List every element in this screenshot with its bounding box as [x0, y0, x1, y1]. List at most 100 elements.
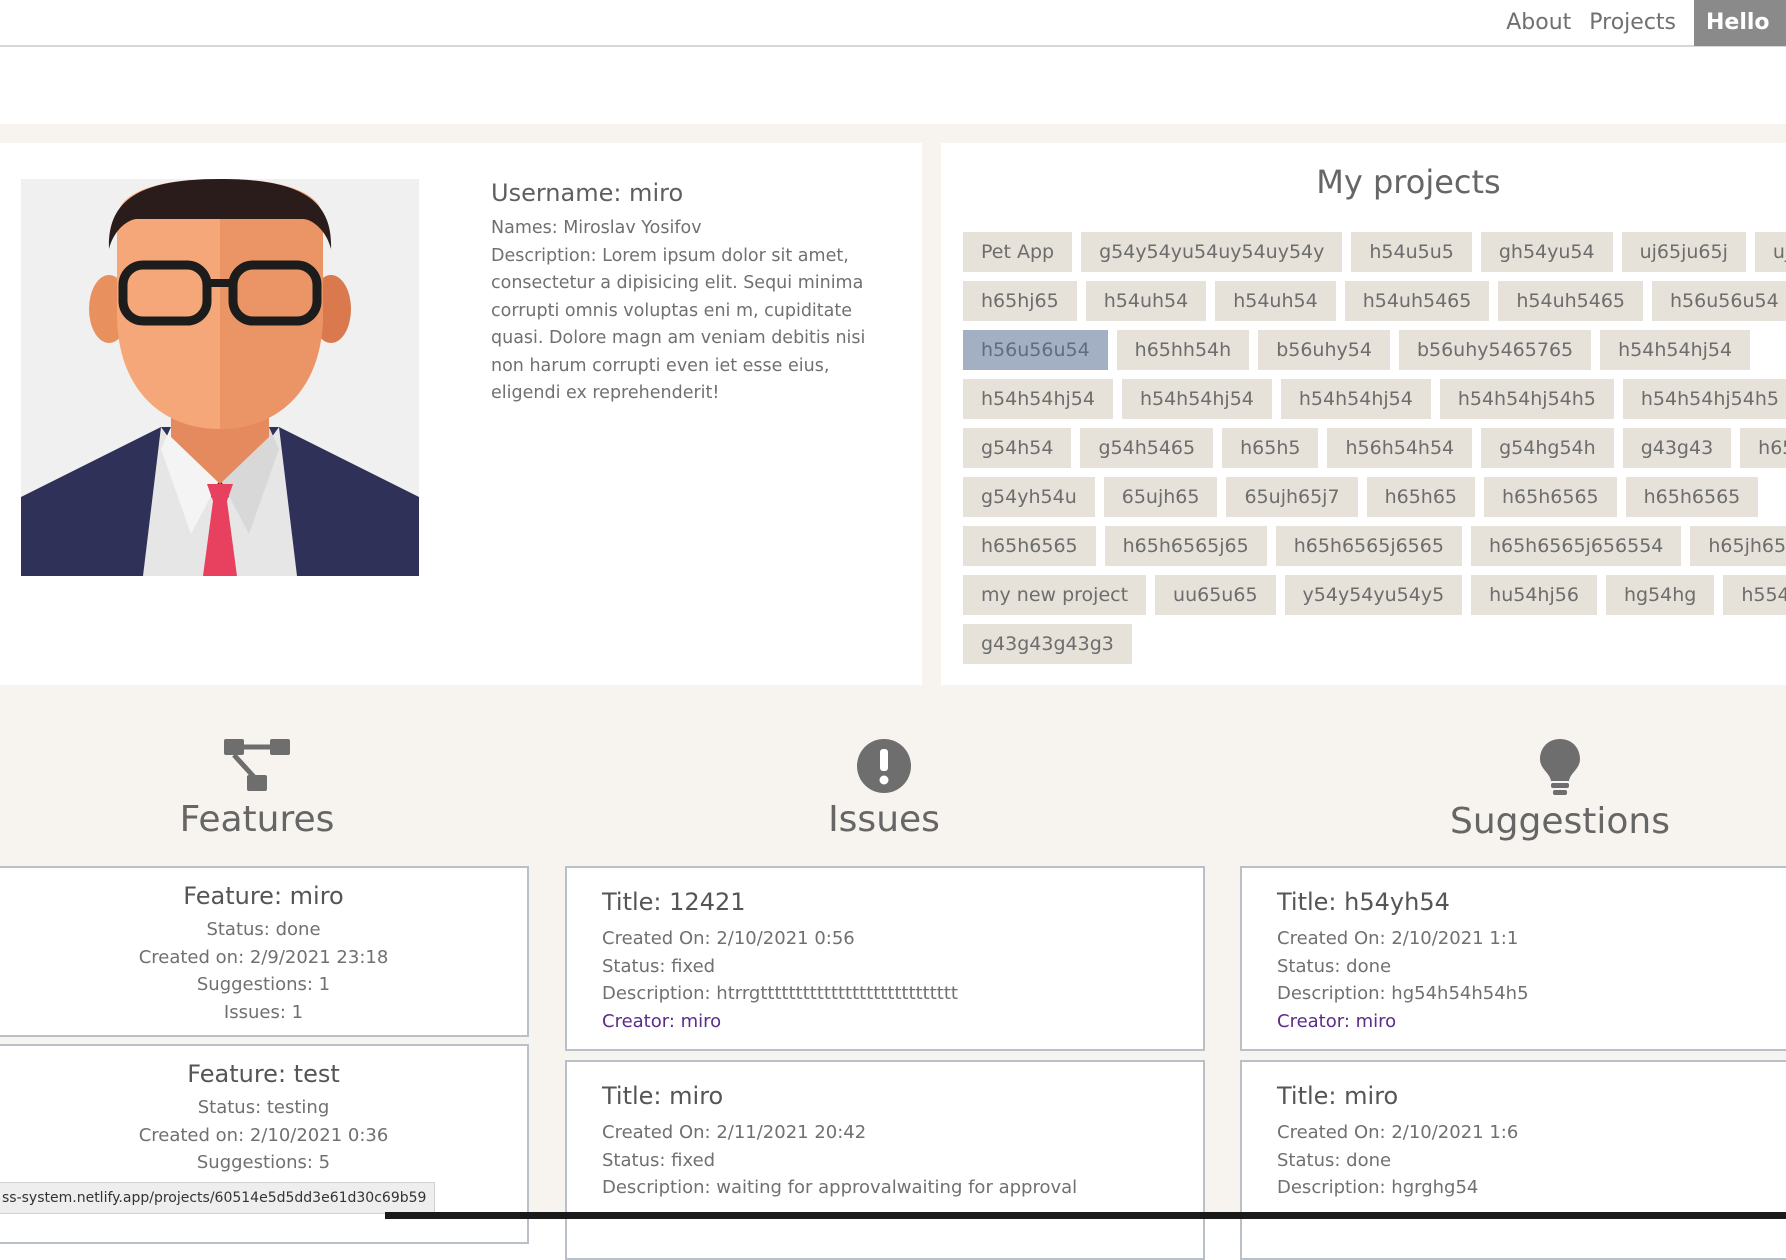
project-chip[interactable]: h54uh5465: [1344, 281, 1490, 321]
project-chip[interactable]: h54h54hj54h5: [1622, 379, 1786, 419]
person-avatar-icon: [21, 179, 419, 576]
project-chip[interactable]: h65h6565: [1625, 477, 1759, 517]
project-chip-row: h65hj65 h54uh54 h54uh54 h54uh5465 h54uh5465 h…: [963, 281, 1786, 321]
suggestion-title: Title: h54yh54: [1277, 888, 1450, 916]
project-chip[interactable]: h65h6565: [963, 526, 1096, 566]
issue-creator-link[interactable]: Creator: miro: [602, 1008, 1203, 1036]
project-chip[interactable]: h65h5: [1222, 428, 1319, 468]
project-chip[interactable]: 65ujh65: [1103, 477, 1218, 517]
issues-title: Issues: [828, 799, 940, 840]
project-chip[interactable]: g54h5465: [1080, 428, 1214, 468]
feature-suggestions: Suggestions: 5: [196, 1152, 331, 1173]
project-chip[interactable]: h65h6565: [1484, 477, 1617, 517]
project-chip[interactable]: h65h65: [1366, 477, 1475, 517]
status-bar-url: ss-system.netlify.app/projects/60514e5d5…: [0, 1182, 436, 1214]
nav-hello-button[interactable]: Hello: [1694, 0, 1786, 46]
feature-created: Created on: 2/10/2021 0:36: [138, 1124, 389, 1146]
project-chip[interactable]: uu65u65: [1155, 575, 1276, 615]
issue-card[interactable]: Title: 12421 Created On: 2/10/2021 0:56 …: [565, 866, 1205, 1051]
feature-suggestions: Suggestions: 1: [196, 974, 331, 995]
issue-description: Description: waiting for approvalwaiting…: [602, 1177, 1078, 1198]
project-chip[interactable]: my new project: [963, 575, 1147, 615]
nav-about-link[interactable]: About: [1506, 10, 1571, 35]
feature-title: Feature: test: [187, 1060, 340, 1088]
feature-status: Status: testing: [197, 1097, 330, 1118]
feature-title: Feature: miro: [183, 882, 344, 910]
suggestion-card[interactable]: Title: miro Created On: 2/10/2021 1:6 St…: [1240, 1060, 1786, 1260]
project-chip[interactable]: h65hh54h: [1116, 330, 1250, 370]
overview-section: Features Issues Suggestions Feature: mir…: [0, 685, 1786, 1260]
project-chip[interactable]: gh54yu54: [1480, 232, 1613, 272]
project-chip[interactable]: uj65j: [1754, 232, 1786, 272]
project-chip[interactable]: h65h6565j65: [1104, 526, 1267, 566]
suggestion-created: Created On: 2/10/2021 1:1: [1277, 928, 1519, 949]
profile-names: Names: Miroslav Yosifov: [491, 218, 702, 238]
project-chip[interactable]: uj65ju65j: [1621, 232, 1746, 272]
project-chip[interactable]: h54h54hj54: [1600, 330, 1751, 370]
project-chip-row: h54h54hj54 h54h54hj54 h54h54hj54 h54h54hj54…: [963, 379, 1786, 419]
project-chip-row: Pet App g54y54yu54uy54uy54y h54u5u5 gh54yu5…: [963, 232, 1786, 272]
project-chip[interactable]: h54uh54: [1215, 281, 1336, 321]
project-chip[interactable]: h65h6565j6565: [1275, 526, 1462, 566]
suggestion-description: Description: hg54h54h54h5: [1277, 983, 1529, 1004]
project-chip[interactable]: h54h54hj54: [963, 379, 1113, 419]
project-chip[interactable]: b56uhy5465765: [1398, 330, 1592, 370]
project-chip[interactable]: h54u5u5: [1351, 232, 1472, 272]
projects-panel: My projects Pet App g54y54yu54uy54uy54y h5…: [941, 143, 1786, 685]
lightbulb-icon: [1540, 739, 1580, 795]
project-chip[interactable]: h554: [1723, 575, 1786, 615]
project-chip[interactable]: h65h6565j656554: [1470, 526, 1682, 566]
suggestion-created: Created On: 2/10/2021 1:6: [1277, 1122, 1519, 1143]
issue-card[interactable]: Title: miro Created On: 2/11/2021 20:42 …: [565, 1060, 1205, 1260]
panel-gap: [922, 143, 941, 685]
project-chip[interactable]: h54h54hj54h5: [1439, 379, 1614, 419]
project-chip[interactable]: h56h54h54: [1327, 428, 1473, 468]
project-chip[interactable]: 65ujh65j7: [1226, 477, 1358, 517]
issue-description: Description: htrrgtttttttttttttttttttttt…: [602, 983, 958, 1004]
project-chip[interactable]: g43g43g43g3: [963, 624, 1132, 664]
project-chip[interactable]: h54h54hj54: [1280, 379, 1431, 419]
profile-panel: Username: miro Names: Miroslav Yosifov D…: [0, 143, 922, 685]
project-chip[interactable]: g54h54: [963, 428, 1072, 468]
project-chip[interactable]: h54uh54: [1085, 281, 1207, 321]
project-chip-row: g54h54 g54h5465 h65h5 h56h54h54 g54hg54h g43g…: [963, 428, 1786, 468]
issue-title: Title: miro: [602, 1082, 724, 1110]
issue-status: Status: fixed: [602, 1149, 716, 1171]
features-header: Features: [157, 737, 357, 840]
project-chip[interactable]: h65jh6565: [1690, 526, 1786, 566]
project-chip[interactable]: h65hj65: [963, 281, 1077, 321]
project-chip[interactable]: h54uh5465: [1498, 281, 1643, 321]
nav-projects-link[interactable]: Projects: [1589, 10, 1676, 35]
feature-issues: Issues: 1: [223, 1001, 304, 1023]
feature-created: Created on: 2/9/2021 23:18: [138, 946, 389, 968]
section-divider: [0, 124, 1786, 143]
suggestion-card[interactable]: Title: h54yh54 Created On: 2/10/2021 1:1…: [1240, 866, 1786, 1051]
project-chip[interactable]: g54hg54h: [1481, 428, 1614, 468]
project-chip[interactable]: g43g43: [1622, 428, 1732, 468]
project-chip[interactable]: h56u56u54: [1652, 281, 1786, 321]
project-chip[interactable]: h65h56: [1740, 428, 1786, 468]
project-chip[interactable]: hg54hg: [1605, 575, 1715, 615]
exclamation-circle-icon: [857, 739, 911, 793]
profile-info: Username: miro Names: Miroslav Yosifov D…: [491, 179, 891, 408]
suggestion-creator-link[interactable]: Creator: miro: [1277, 1008, 1786, 1036]
taskbar-strip: [385, 1212, 1786, 1219]
feature-card[interactable]: Feature: miro Status: done Created on: 2…: [0, 866, 529, 1037]
suggestion-status: Status: done: [1277, 955, 1392, 977]
project-chip[interactable]: b56uhy54: [1258, 330, 1390, 370]
suggestion-description: Description: hgrghg54: [1277, 1177, 1479, 1198]
suggestion-title: Title: miro: [1277, 1082, 1399, 1110]
project-chip[interactable]: hu54hj56: [1471, 575, 1597, 615]
project-chip[interactable]: g54y54yu54uy54uy54y: [1081, 232, 1343, 272]
issues-header: Issues: [784, 737, 984, 840]
project-chip[interactable]: Pet App: [963, 232, 1073, 272]
project-chip[interactable]: h56u56u54: [963, 330, 1108, 370]
project-chip[interactable]: h54h54hj54: [1121, 379, 1272, 419]
projects-title: My projects: [1316, 163, 1501, 201]
project-chip[interactable]: g54yh54u: [963, 477, 1095, 517]
project-chip-row: g54yh54u 65ujh65 65ujh65j7 h65h65 h65h6565 h6…: [963, 477, 1786, 517]
project-chip-row: h56u56u54 h65hh54h b56uhy54 b56uhy5465765 h5…: [963, 330, 1786, 370]
suggestion-status: Status: done: [1277, 1149, 1392, 1171]
issue-created: Created On: 2/10/2021 0:56: [602, 928, 855, 949]
project-chip[interactable]: y54y54yu54y5: [1284, 575, 1463, 615]
